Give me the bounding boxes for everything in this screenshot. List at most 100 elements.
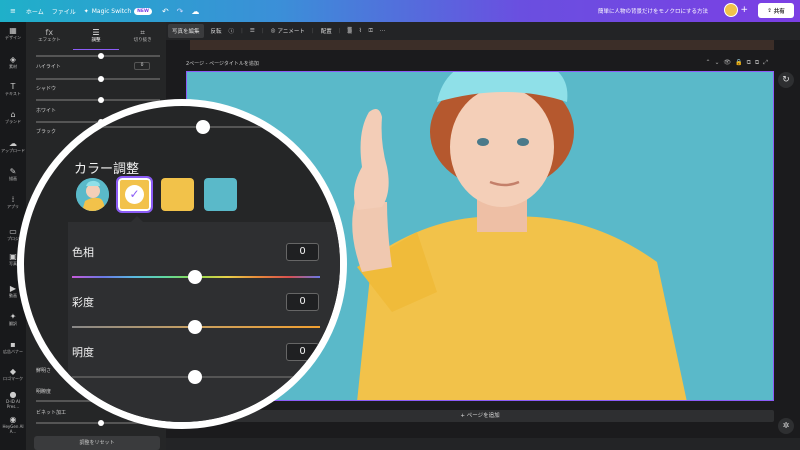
lock-icon[interactable]: ⚿ xyxy=(369,28,373,35)
slider-knob[interactable] xyxy=(98,97,104,103)
rail-item-0[interactable]: ▦ デザイン xyxy=(0,26,26,41)
file-menu[interactable]: ファイル xyxy=(52,7,76,16)
tab-crop[interactable]: ⌗ 切り抜き xyxy=(119,24,166,50)
hue-label: 色相 xyxy=(72,246,94,259)
sparkle-icon: ✦ xyxy=(83,7,89,15)
more-icon[interactable]: ⋯ xyxy=(380,28,386,34)
tab-effects[interactable]: fx エフェクト xyxy=(26,24,73,50)
rail-item-5[interactable]: ✎ 描画 xyxy=(0,167,26,182)
slider-knob[interactable] xyxy=(98,76,104,82)
sliders-icon: ☰ xyxy=(92,28,100,37)
white-label: ホワイト xyxy=(36,108,57,114)
magic-assist-icon[interactable]: ✲ xyxy=(778,418,794,434)
rail-item-6[interactable]: ⁞ アプリ xyxy=(0,195,26,210)
magic-switch-label: Magic Switch xyxy=(91,7,132,15)
vividness-label: 鮮明さ xyxy=(36,368,52,374)
rail-item-14[interactable]: ◉ HeyGen AI A... xyxy=(0,415,26,434)
rail-label: HeyGen AI A... xyxy=(2,424,24,434)
home-button[interactable]: ホーム xyxy=(26,7,44,16)
edit-photo-button[interactable]: 写真を編集 xyxy=(168,24,204,38)
rail-label: ロゴマーク xyxy=(3,376,23,381)
brightness-label: 明度 xyxy=(72,346,94,359)
saturation-knob[interactable] xyxy=(188,320,202,334)
highlight-slider[interactable] xyxy=(36,76,160,82)
new-badge: NEW xyxy=(134,7,152,15)
page-title[interactable]: 2ページ - ページタイトルを追加 xyxy=(186,60,259,67)
saturation-value[interactable]: 0 xyxy=(286,293,319,311)
divider-icon: | xyxy=(311,28,314,34)
flip-button[interactable]: 反転 xyxy=(211,27,222,35)
rail-item-12[interactable]: ◆ ロゴマーク xyxy=(0,367,26,382)
tab-adjust[interactable]: ☰ 調整 xyxy=(72,24,120,50)
undo-icon[interactable]: ↶ xyxy=(162,7,169,16)
divider-icon: | xyxy=(261,28,264,34)
rail-icon: ⁞ xyxy=(11,195,15,204)
hue-slider[interactable] xyxy=(72,270,320,284)
document-title[interactable]: 簡単に人物の背景だけをモノクロにする方法 xyxy=(598,7,708,15)
shadow-label: シャドウ xyxy=(36,86,57,92)
black-label: ブラック xyxy=(36,129,57,135)
share-button[interactable]: ⇪ 共有 xyxy=(758,3,794,18)
paint-roller-icon[interactable]: ⌇ xyxy=(359,28,362,34)
rail-label: 翻訳 xyxy=(9,321,17,326)
magic-switch-button[interactable]: ✦ Magic Switch NEW xyxy=(83,7,152,15)
brightness-value[interactable]: 0 xyxy=(286,343,319,361)
rail-label: 写真 xyxy=(9,261,17,266)
slider-knob[interactable] xyxy=(196,120,210,134)
user-avatar[interactable] xyxy=(724,3,738,17)
animate-icon[interactable]: ◎ xyxy=(271,28,276,34)
selected-swatch[interactable]: ✓ xyxy=(116,176,153,213)
rail-label: プロジ xyxy=(7,236,19,241)
highlight-value[interactable]: 0 xyxy=(134,62,150,70)
rail-item-1[interactable]: ◈ 素材 xyxy=(0,55,26,70)
context-toolbar: 写真を編集 反転 ⓘ | ☰ | ◎ アニメート | 配置 | ▒ ⌇ ⚿ ⋯ xyxy=(166,22,800,40)
rail-label: アップロード xyxy=(1,148,25,153)
rail-item-2[interactable]: T テキスト xyxy=(0,82,26,97)
previous-page-strip xyxy=(190,40,774,50)
hue-value[interactable]: 0 xyxy=(286,243,319,261)
rail-icon: T xyxy=(10,82,16,91)
animate-button[interactable]: アニメート xyxy=(278,27,305,35)
color-adjust-title: カラー調整 xyxy=(74,162,140,177)
rail-icon: ✦ xyxy=(9,312,17,321)
rail-label: 広告バナー xyxy=(3,349,23,354)
rail-icon: ▦ xyxy=(9,26,17,35)
info-icon[interactable]: ⓘ xyxy=(229,27,235,35)
cyan-swatch[interactable] xyxy=(204,178,237,211)
brightness-knob[interactable] xyxy=(188,370,202,384)
panel-top-slider[interactable] xyxy=(36,53,160,59)
rail-item-13[interactable]: ● D-ID AI Pres... xyxy=(0,390,26,409)
menu-icon[interactable]: ≡ xyxy=(10,7,16,15)
rail-item-4[interactable]: ☁ アップロード xyxy=(0,139,26,154)
transparency-icon[interactable]: ▒ xyxy=(348,28,352,34)
slider-knob[interactable] xyxy=(98,53,104,59)
rail-item-3[interactable]: ⌂ ブランド xyxy=(0,110,26,125)
panel-tabs: fx エフェクト ☰ 調整 ⌗ 切り抜き xyxy=(26,24,166,50)
highlight-label: ハイライト xyxy=(36,64,61,70)
hue-knob[interactable] xyxy=(188,270,202,284)
refresh-icon[interactable]: ↻ xyxy=(778,72,794,88)
lines-icon[interactable]: ☰ xyxy=(250,28,255,34)
rail-item-10[interactable]: ✦ 翻訳 xyxy=(0,312,26,327)
callout-top-slider[interactable] xyxy=(64,120,304,134)
rail-icon: ● xyxy=(9,390,17,399)
rail-label: D-ID AI Pres... xyxy=(6,399,20,409)
rail-label: デザイン xyxy=(5,35,21,40)
shadow-slider[interactable] xyxy=(36,97,160,103)
rail-icon: ⌂ xyxy=(10,110,16,119)
yellow-swatch[interactable] xyxy=(161,178,194,211)
rail-icon: ◈ xyxy=(9,55,17,64)
reset-adjustments-button[interactable]: 調整をリセット xyxy=(34,436,160,450)
add-collaborator-icon[interactable]: + xyxy=(740,5,748,15)
cloud-save-icon[interactable]: ☁ xyxy=(191,7,199,16)
crop-icon: ⌗ xyxy=(140,28,145,37)
upload-icon: ⇪ xyxy=(767,7,772,14)
rail-item-11[interactable]: ▪ 広告バナー xyxy=(0,340,26,355)
brightness-slider[interactable] xyxy=(72,370,320,384)
rail-label: テキスト xyxy=(5,91,21,96)
arrange-button[interactable]: 配置 xyxy=(321,27,332,35)
redo-icon[interactable]: ↷ xyxy=(177,7,184,16)
saturation-slider[interactable] xyxy=(72,320,320,334)
photo-swatch[interactable] xyxy=(76,178,109,211)
page-controls[interactable]: ⌃⌄👁🔒⧉⧉⤢ xyxy=(705,59,772,67)
